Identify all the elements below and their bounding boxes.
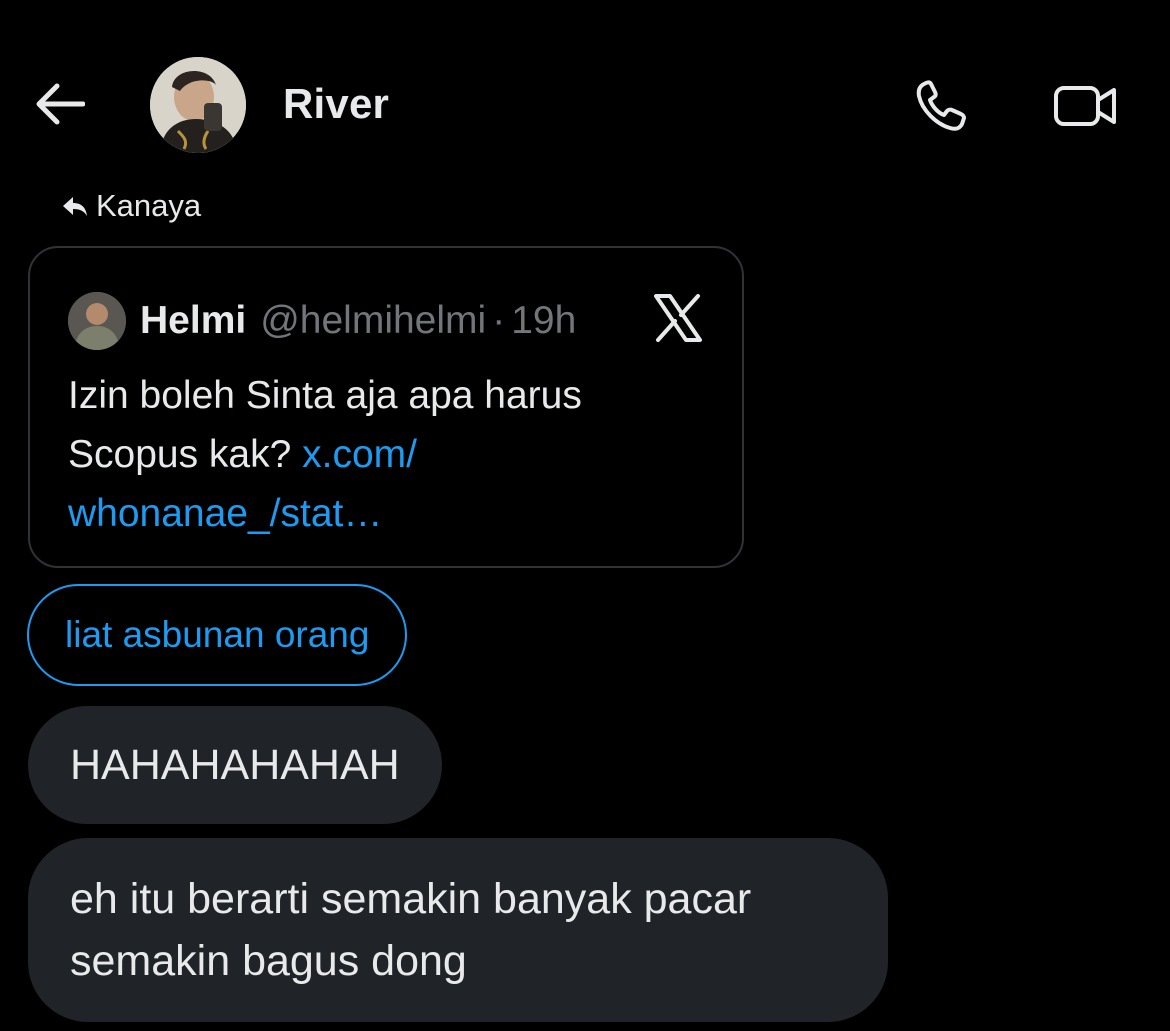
conversation-title: River <box>283 80 390 127</box>
message-bubble[interactable]: eh itu berarti semakin banyak pacar sema… <box>28 838 888 1022</box>
quoted-author-name: Helmi <box>140 299 247 342</box>
phone-icon <box>916 80 966 131</box>
message-bubble-reply[interactable]: liat asbunan orang <box>27 584 408 686</box>
quoted-tweet-header: Helmi @helmihelmi · 19h <box>68 292 576 350</box>
profile-photo <box>150 57 246 153</box>
meta-separator: · <box>492 299 506 342</box>
message-bubble[interactable]: HAHAHAHAHAH <box>28 706 442 824</box>
call-button[interactable] <box>910 76 974 136</box>
arrow-left-icon <box>36 83 85 125</box>
avatar[interactable] <box>150 57 246 153</box>
quoted-tweet-text: Izin boleh Sinta aja apa harus Scopus ka… <box>68 366 708 543</box>
reply-indicator: Kanaya <box>62 188 201 224</box>
x-logo-icon <box>654 294 702 342</box>
reply-target-name: Kanaya <box>96 188 202 223</box>
video-camera-icon <box>1054 86 1116 126</box>
quoted-author-avatar <box>68 292 126 350</box>
video-call-button[interactable] <box>1050 76 1122 136</box>
reply-arrow-icon <box>63 197 87 216</box>
quoted-author-handle: @helmihelmi <box>260 299 487 342</box>
quoted-tweet-card[interactable]: Helmi @helmihelmi · 19h Izin boleh Sinta… <box>28 246 744 568</box>
quoted-tweet-time: 19h <box>511 299 577 342</box>
conversation-header: River <box>0 0 1170 190</box>
back-button[interactable] <box>30 78 88 130</box>
